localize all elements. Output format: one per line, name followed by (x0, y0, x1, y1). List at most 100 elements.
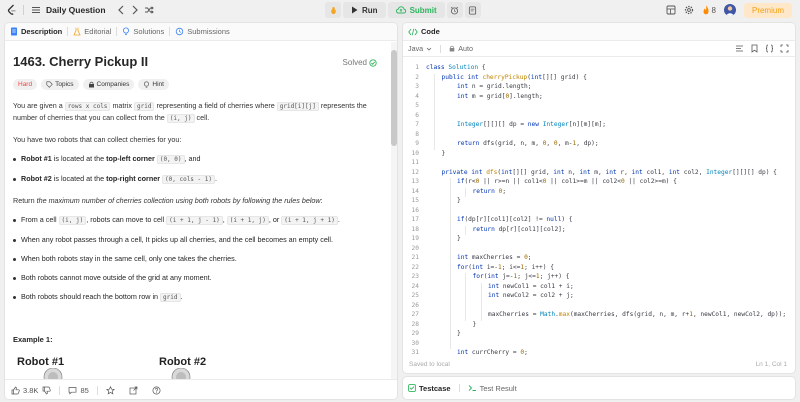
premium-button[interactable]: Premium (743, 2, 792, 18)
code-token: int (668, 168, 684, 176)
code-line[interactable]: 31 int currCherry = 0; (403, 349, 528, 359)
code-token: null (546, 216, 562, 223)
code-line[interactable]: 24 int newCol1 = col1 + i; (403, 283, 574, 293)
format-align-icon[interactable] (735, 44, 744, 53)
shuffle-icon[interactable] (142, 3, 156, 17)
thumbs-down-icon (43, 386, 52, 394)
inline-code: grid[i][j] (276, 102, 319, 111)
tab-editorial[interactable]: Editorial (73, 27, 111, 36)
code-line[interactable]: 18 return dp[r][col1][col2]; (403, 226, 566, 236)
code-line[interactable]: 15} (403, 197, 461, 207)
user-avatar-icon (725, 6, 735, 16)
check-circle-icon (369, 58, 377, 67)
code-line[interactable]: 21 int maxCherries = 0; (403, 254, 532, 264)
bookmark-icon[interactable] (750, 44, 759, 53)
code-token: for (457, 263, 469, 271)
code-line[interactable]: 28} (403, 321, 477, 331)
scrollbar-thumb[interactable] (391, 50, 397, 146)
code-editor[interactable]: 1 class Solution {2 public int cherryPicku… (403, 59, 795, 373)
description-content[interactable]: 1463. Cherry Pickup II Solved Hard Topic… (5, 42, 389, 379)
code-line[interactable]: 27 maxCherries = Math. max (maxCherries, df… (403, 311, 787, 321)
code-line[interactable]: 22 for(int i=- 1; i<= 1; i++) { (403, 264, 554, 274)
tab-test-result[interactable]: Test Result (468, 384, 517, 393)
code-token: { (478, 64, 486, 71)
code-line[interactable]: 13 if (r< 0 || r>=n || col1< 0 || col1>=m ||… (403, 178, 677, 188)
expand-icon[interactable] (780, 44, 789, 53)
code-token: int (457, 92, 472, 100)
description-scrollbar[interactable] (391, 42, 397, 379)
code-line[interactable]: 19} (403, 235, 461, 245)
comments-button[interactable]: 85 (68, 386, 89, 395)
code-token: || col2>=m) { (624, 178, 677, 185)
code-line[interactable]: 8 (403, 131, 426, 141)
code-line[interactable]: 3 int n = grid.length; (403, 83, 531, 93)
code-line[interactable]: 26 (403, 302, 426, 312)
code-line[interactable]: 25 int newCol2 = col2 + j; (403, 292, 574, 302)
code-line[interactable]: 29} (403, 330, 461, 340)
code-line[interactable]: 6 (403, 112, 426, 122)
code-token: public int (441, 73, 483, 81)
settings-gear-icon[interactable] (684, 5, 694, 15)
code-line[interactable]: 12 private int dfs(int[][] grid, int n, i… (403, 169, 777, 179)
code-line[interactable]: 7 Integer[][][] dp = new Integer [n][m][m]… (403, 121, 606, 131)
code-line[interactable]: 9 return dfs(grid, n, m, 0, 0, m- 1, dp); (403, 140, 599, 150)
auto-mode-toggle[interactable]: Auto (449, 44, 473, 53)
tab-solutions[interactable]: Solutions (122, 27, 164, 36)
avatar[interactable] (723, 4, 736, 16)
layout-icon[interactable] (666, 5, 676, 15)
code-line[interactable]: 4 int m = grid[0].length; (403, 92, 542, 103)
companies-tag[interactable]: Companies (82, 79, 135, 90)
submit-label: Submit (409, 5, 437, 15)
flask-icon (73, 27, 81, 36)
code-token: if (457, 178, 465, 185)
submit-button[interactable]: Submit (387, 2, 445, 18)
code-line[interactable]: 5 (403, 102, 426, 112)
code-line[interactable]: 23 for(int j=- 1; j<= 1; j++) { (403, 273, 570, 283)
streak-counter[interactable]: 8 (702, 5, 716, 15)
share-icon[interactable] (129, 386, 138, 395)
code-line[interactable]: 30 (403, 340, 426, 350)
example-heading: Example 1: (13, 335, 53, 344)
line-number: 17 (411, 216, 419, 223)
fire-icon (703, 5, 709, 15)
tab-code[interactable]: Code (408, 27, 440, 36)
code-line[interactable]: 1 class Solution { (403, 64, 486, 74)
hint-tag[interactable]: Hint (138, 79, 169, 90)
code-token: int (488, 292, 503, 299)
notes-button[interactable] (464, 2, 481, 18)
language-select[interactable]: Java (408, 44, 432, 53)
code-line[interactable]: 17 if (dp[r][col1][col2] != null) { (403, 216, 573, 226)
code-token: , dp); (576, 140, 599, 147)
code-line[interactable]: 20 (403, 245, 426, 255)
like-button[interactable]: 3.8K (11, 386, 38, 395)
star-icon[interactable] (105, 385, 115, 395)
run-button[interactable]: Run (343, 2, 386, 18)
leetcode-logo-icon[interactable] (6, 4, 18, 16)
code-line[interactable]: 14 return 0; (403, 188, 507, 198)
code-line[interactable]: 16 (403, 207, 426, 217)
topics-tag[interactable]: Topics (41, 79, 79, 90)
tab-label: Code (421, 27, 440, 36)
code-line[interactable]: 10} (403, 150, 446, 160)
nav-title[interactable]: Daily Question (46, 5, 106, 15)
play-icon (352, 6, 358, 14)
chevron-left-icon[interactable] (114, 3, 128, 17)
chevron-right-icon[interactable] (128, 3, 142, 17)
braces-icon[interactable] (765, 44, 774, 53)
debug-button[interactable] (325, 2, 341, 18)
problem-list-icon[interactable] (29, 3, 43, 17)
help-circle-icon[interactable] (152, 386, 161, 395)
timer-button[interactable] (446, 2, 463, 18)
code-line[interactable]: 2 public int cherryPickup(int[][] grid) { (403, 74, 587, 84)
code-line[interactable]: 11 (403, 159, 426, 169)
problem-title: 1463. Cherry Pickup II (13, 54, 149, 69)
tab-testcase[interactable]: Testcase (408, 384, 451, 393)
tab-description[interactable]: Description (10, 27, 62, 36)
tab-submissions[interactable]: Submissions (175, 27, 230, 36)
dislike-button[interactable] (42, 386, 52, 395)
